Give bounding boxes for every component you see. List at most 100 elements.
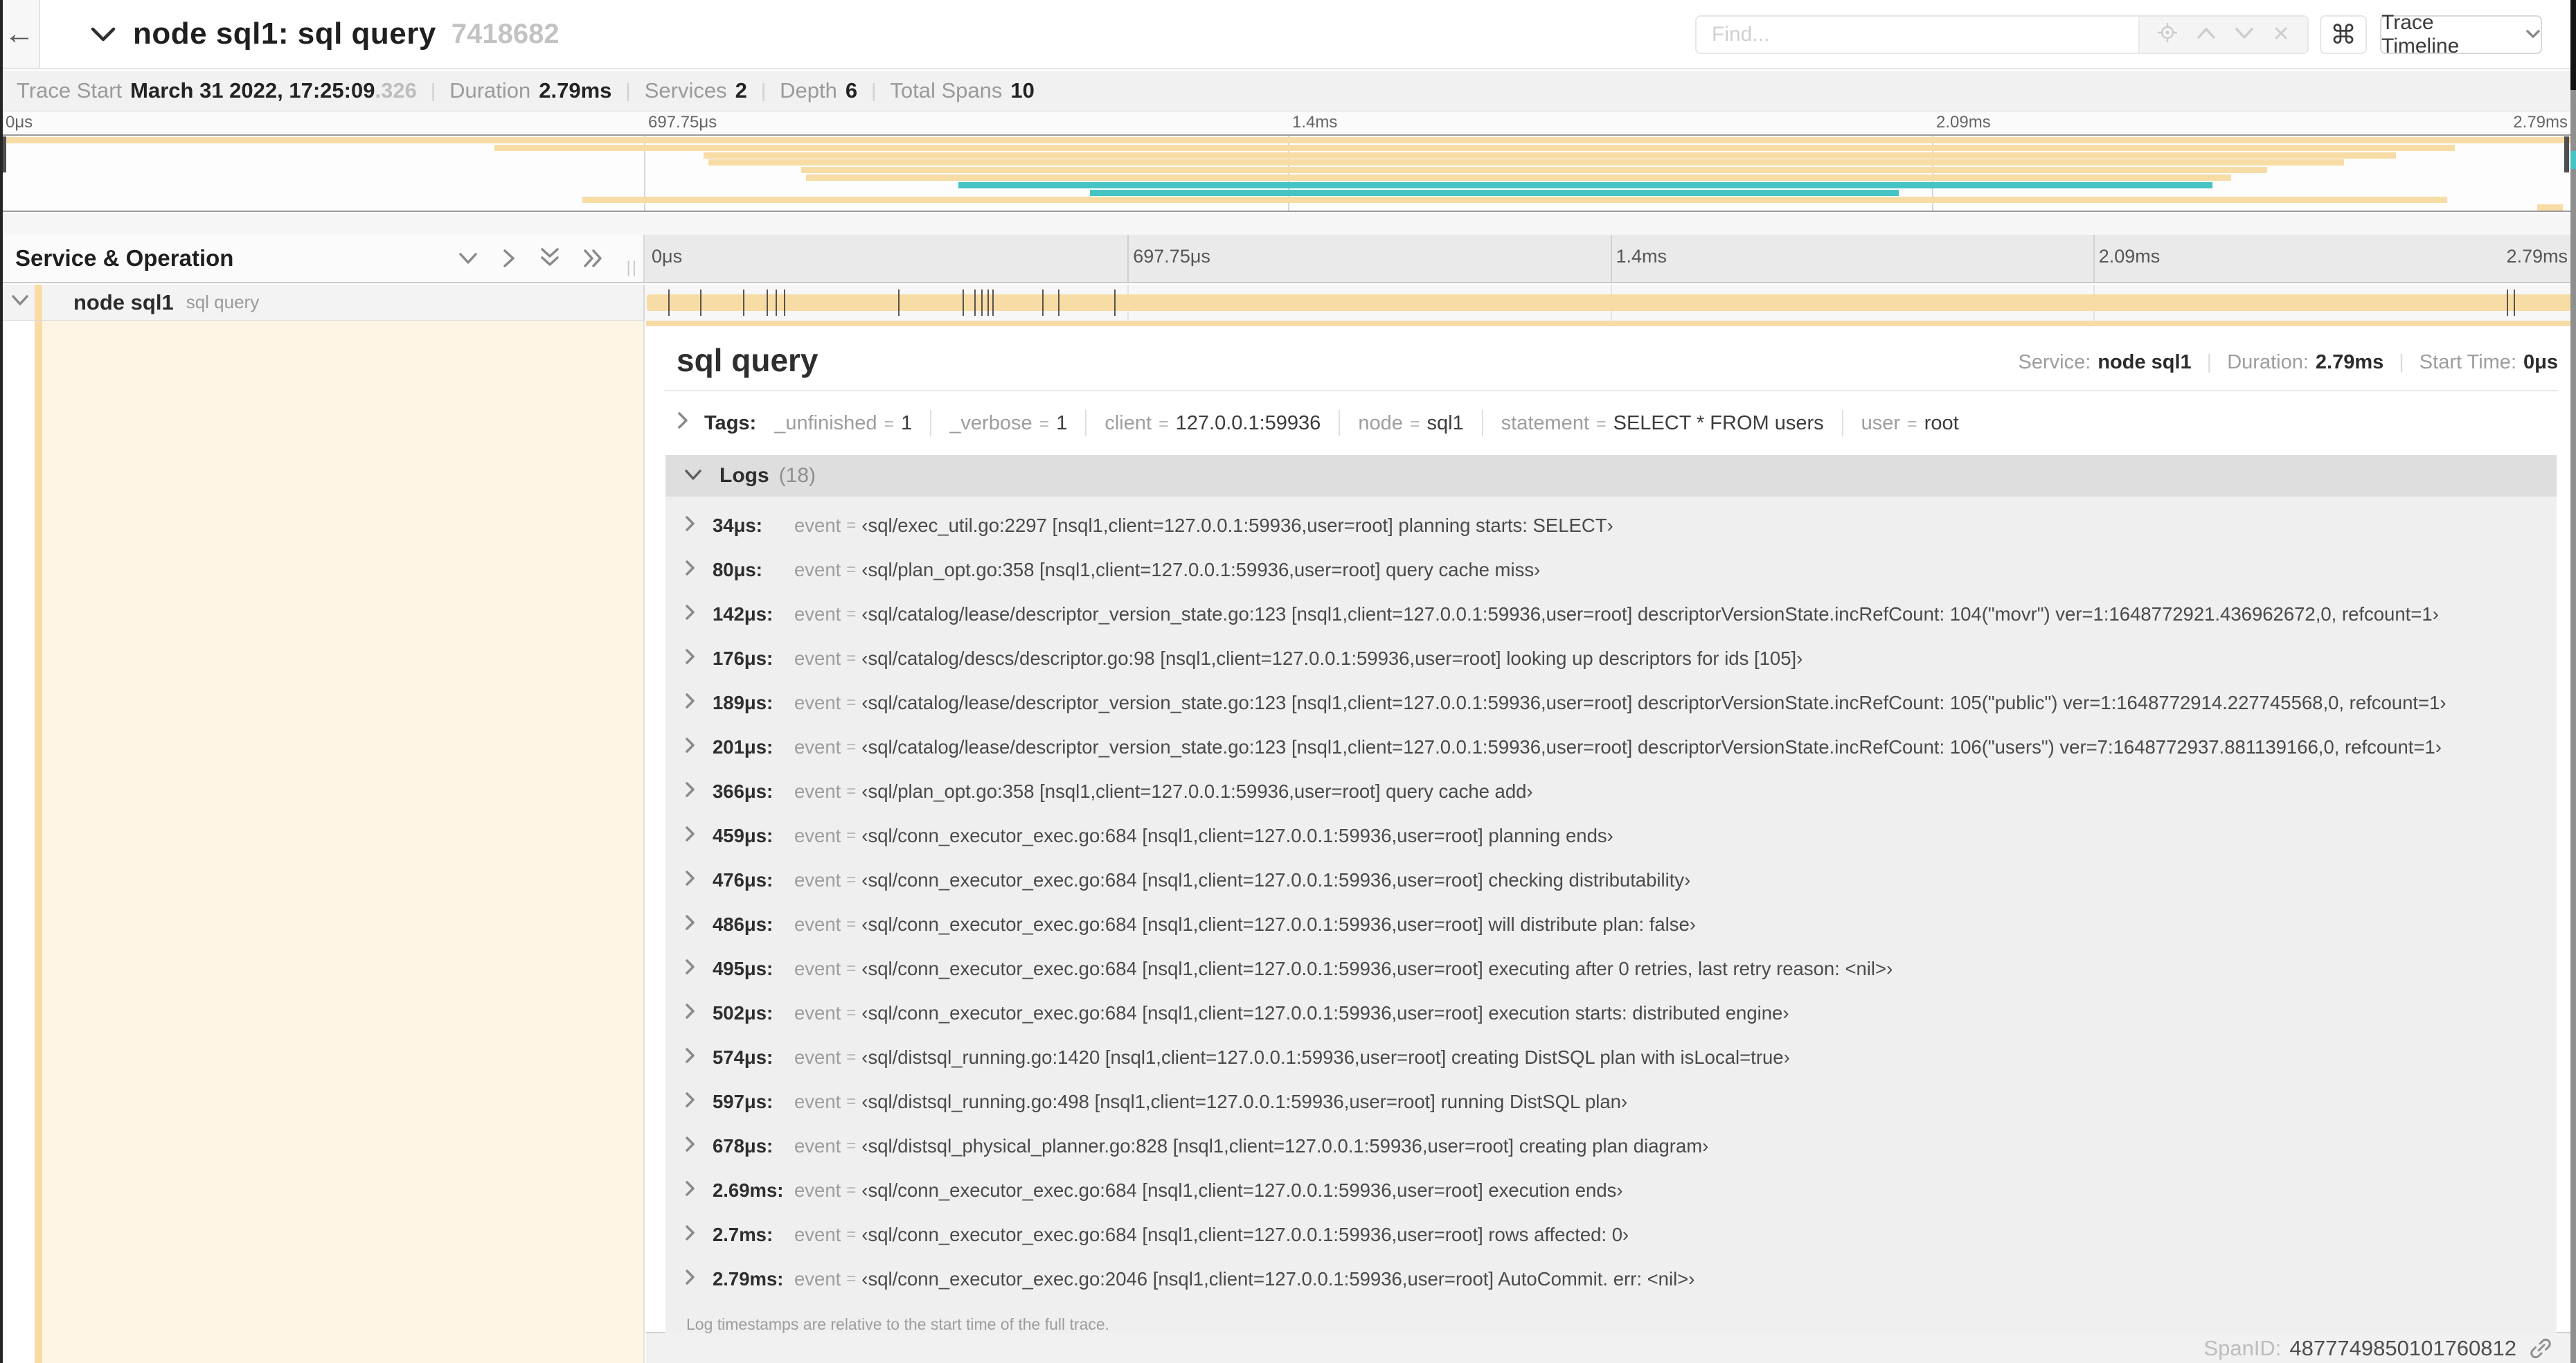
log-chevron-icon[interactable] — [685, 1135, 713, 1157]
log-marker-tick[interactable] — [742, 289, 744, 316]
collapse-all-icon[interactable] — [538, 247, 562, 270]
log-row[interactable]: 476μs: event = ‹sql/conn_executor_exec.go:6… — [665, 858, 2557, 902]
log-field-key: event — [794, 1135, 841, 1157]
tag-key: _verbose — [949, 411, 1032, 434]
back-arrow-icon: ← — [4, 17, 35, 51]
log-marker-tick[interactable] — [897, 289, 900, 316]
tag-item[interactable]: node = sql1 — [1358, 412, 1463, 435]
services-label: Services — [644, 78, 727, 103]
tag-item[interactable]: client = 127.0.0.1:59936 — [1104, 412, 1321, 435]
log-chevron-icon[interactable] — [685, 692, 713, 714]
span-id-footer: SpanID: 4877749850101760812 — [646, 1333, 2576, 1363]
log-chevron-icon[interactable] — [685, 1224, 713, 1246]
log-chevron-icon[interactable] — [685, 869, 713, 891]
log-chevron-icon[interactable] — [685, 1091, 713, 1113]
log-row[interactable]: 201μs: event = ‹sql/catalog/lease/descripto… — [665, 725, 2557, 769]
log-marker-tick[interactable] — [668, 289, 670, 316]
log-chevron-icon[interactable] — [685, 559, 713, 581]
collapse-one-icon[interactable] — [456, 250, 480, 267]
span-row-name-cell[interactable]: node sql1 sql query — [0, 285, 645, 321]
prev-match-icon[interactable] — [2196, 24, 2217, 45]
log-row[interactable]: 34μs: event = ‹sql/exec_util.go:2297 [nsql1… — [665, 504, 2557, 548]
clear-find-icon[interactable]: ✕ — [2272, 24, 2289, 45]
log-marker-tick[interactable] — [974, 289, 976, 316]
log-chevron-icon[interactable] — [685, 603, 713, 625]
trace-view-selector[interactable]: Trace Timeline — [2380, 11, 2542, 57]
log-marker-tick[interactable] — [1057, 289, 1059, 316]
span-collapse-chevron-icon[interactable] — [10, 293, 30, 312]
log-row[interactable]: 2.7ms: event = ‹sql/conn_executor_exec.go:6… — [665, 1213, 2557, 1257]
match-target-icon[interactable] — [2157, 22, 2178, 47]
log-row[interactable]: 189μs: event = ‹sql/catalog/lease/descripto… — [665, 681, 2557, 725]
log-chevron-icon[interactable] — [685, 1046, 713, 1069]
expand-all-icon[interactable] — [582, 247, 606, 270]
log-chevron-icon[interactable] — [685, 825, 713, 847]
deep-link-icon[interactable] — [2529, 1337, 2552, 1360]
log-chevron-icon[interactable] — [685, 1179, 713, 1202]
log-marker-tick[interactable] — [775, 289, 777, 316]
log-marker-tick[interactable] — [2514, 289, 2516, 316]
log-marker-tick[interactable] — [987, 289, 989, 316]
log-row[interactable]: 142μs: event = ‹sql/catalog/lease/descripto… — [665, 592, 2557, 636]
duration-label: Duration — [449, 78, 531, 103]
log-equals: = — [846, 738, 857, 756]
span-detail-panel: sql query Service: node sql1 | Duration:… — [646, 326, 2576, 1344]
log-marker-tick[interactable] — [766, 289, 768, 316]
log-row[interactable]: 574μs: event = ‹sql/distsql_running.go:1420… — [665, 1035, 2557, 1080]
minimap-tick-label: 697.75μs — [648, 113, 717, 132]
tag-item[interactable]: statement = SELECT * FROM users — [1501, 412, 1824, 435]
log-chevron-icon[interactable] — [685, 781, 713, 803]
tag-value: SELECT * FROM users — [1613, 411, 1824, 434]
log-chevron-icon[interactable] — [685, 1268, 713, 1290]
log-row[interactable]: 495μs: event = ‹sql/conn_executor_exec.go:6… — [665, 947, 2557, 991]
log-row[interactable]: 366μs: event = ‹sql/plan_opt.go:358 [nsql1,… — [665, 769, 2557, 814]
log-timestamp: 189μs: — [713, 692, 773, 713]
log-marker-tick[interactable] — [992, 289, 994, 316]
trace-minimap[interactable] — [0, 134, 2576, 212]
log-timestamp: 495μs: — [713, 958, 773, 979]
log-row[interactable]: 176μs: event = ‹sql/catalog/descs/descripto… — [665, 636, 2557, 681]
log-row[interactable]: 2.79ms: event = ‹sql/conn_executor_exec.go:… — [665, 1257, 2557, 1301]
log-row[interactable]: 80μs: event = ‹sql/plan_opt.go:358 [nsql1,c… — [665, 548, 2557, 592]
log-chevron-icon[interactable] — [685, 914, 713, 936]
log-chevron-icon[interactable] — [685, 958, 713, 980]
log-row[interactable]: 2.69ms: event = ‹sql/conn_executor_exec.go:… — [665, 1168, 2557, 1213]
log-row[interactable]: 678μs: event = ‹sql/distsql_physical_planne… — [665, 1124, 2557, 1168]
log-row[interactable]: 597μs: event = ‹sql/distsql_running.go:498 … — [665, 1080, 2557, 1124]
keyboard-shortcuts-button[interactable]: ⌘ — [2320, 15, 2367, 54]
log-marker-tick[interactable] — [962, 289, 964, 316]
log-marker-tick[interactable] — [783, 289, 785, 316]
minimap-right-scrubber-handle[interactable] — [2564, 136, 2569, 172]
next-match-icon[interactable] — [2234, 24, 2255, 45]
span-bar-cell[interactable] — [645, 285, 2576, 321]
log-chevron-icon[interactable] — [685, 1002, 713, 1024]
log-timestamp: 2.69ms: — [713, 1179, 784, 1201]
log-row[interactable]: 486μs: event = ‹sql/conn_executor_exec.go:6… — [665, 902, 2557, 947]
tag-separator — [930, 410, 932, 436]
log-row[interactable]: 459μs: event = ‹sql/conn_executor_exec.go:6… — [665, 814, 2557, 858]
log-marker-tick[interactable] — [981, 289, 983, 316]
span-duration-bar[interactable] — [647, 294, 2573, 311]
expand-one-icon[interactable] — [501, 247, 517, 270]
log-chevron-icon[interactable] — [685, 736, 713, 758]
log-row[interactable]: 502μs: event = ‹sql/conn_executor_exec.go:6… — [665, 991, 2557, 1035]
tag-item[interactable]: _unfinished = 1 — [774, 412, 912, 435]
tags-section[interactable]: Tags: _unfinished = 1 _verbose = 1 client = 127.… — [677, 404, 2558, 443]
log-marker-tick[interactable] — [2507, 289, 2509, 316]
log-marker-tick[interactable] — [1041, 289, 1044, 316]
log-marker-tick[interactable] — [1113, 289, 1116, 316]
logs-header[interactable]: Logs (18) — [665, 455, 2557, 497]
tag-item[interactable]: _verbose = 1 — [949, 412, 1067, 435]
log-field-key: event — [794, 1268, 841, 1290]
collapse-trace-chevron-icon[interactable] — [89, 24, 118, 44]
log-equals: = — [846, 605, 857, 623]
column-resize-handle[interactable]: || — [627, 258, 638, 278]
tag-item[interactable]: user = root — [1861, 412, 1959, 435]
log-chevron-icon[interactable] — [685, 648, 713, 670]
tag-value: 1 — [901, 411, 913, 434]
find-input[interactable] — [1697, 17, 2138, 53]
back-button[interactable]: ← — [0, 0, 40, 68]
page-scrollbar[interactable] — [2570, 0, 2576, 1363]
log-marker-tick[interactable] — [699, 289, 701, 316]
log-chevron-icon[interactable] — [685, 515, 713, 537]
